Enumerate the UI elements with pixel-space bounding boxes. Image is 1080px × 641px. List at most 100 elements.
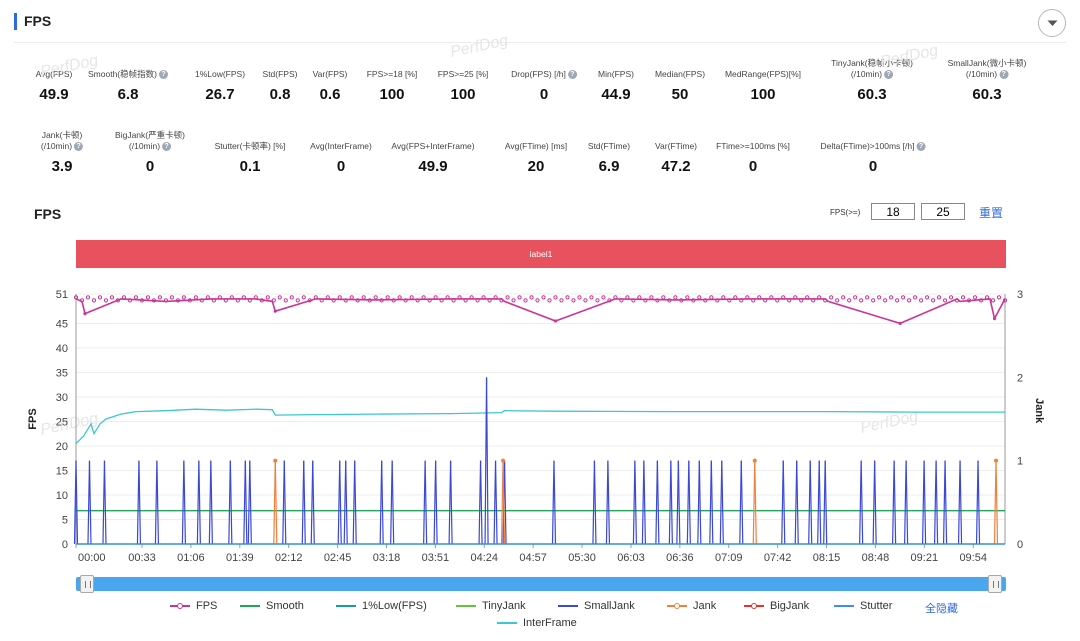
jank-point [273, 458, 278, 463]
question-circle-icon[interactable]: ? [74, 142, 84, 152]
section-title: FPS [24, 13, 52, 29]
fps-marker [781, 295, 786, 300]
spike-mark [354, 460, 357, 545]
fps-marker [415, 298, 420, 303]
spike-mark [634, 460, 637, 545]
metric-label: Min(FPS) [598, 56, 634, 80]
metric-label: Avg(FPS) [36, 56, 73, 80]
x-tick-label: 01:39 [226, 552, 254, 564]
spike-mark [818, 460, 822, 545]
fps-threshold-input-1[interactable] [871, 203, 915, 220]
metric-label: Avg(FTime) [ms] [505, 128, 567, 152]
spike-mark [905, 460, 909, 545]
legend-item[interactable]: 1%Low(FPS) [336, 600, 427, 612]
x-tick-label: 01:06 [177, 552, 205, 564]
x-tick-label: 07:42 [764, 552, 792, 564]
spike-mark [740, 460, 744, 545]
y-tick-label: 0 [62, 539, 68, 551]
metric-label-text: Min(FPS) [598, 69, 634, 79]
legend-item[interactable]: TinyJank [456, 600, 526, 612]
fps-marker [337, 295, 342, 300]
spike-mark [782, 460, 786, 545]
x-tick-label: 08:15 [813, 552, 841, 564]
metric-label: Avg(FPS+InterFrame) [391, 128, 474, 152]
reset-button[interactable]: 重置 [979, 204, 1003, 221]
series-line [75, 297, 1006, 325]
fps-marker [643, 298, 648, 303]
metric-label-text: Var(FTime) [654, 141, 698, 151]
legend-item[interactable]: FPS [170, 600, 217, 612]
fps-marker [199, 298, 204, 303]
y-tick-label: 15 [56, 465, 68, 477]
legend-item[interactable]: SmallJank [558, 600, 635, 612]
fps-marker [889, 295, 894, 300]
question-circle-icon[interactable]: ? [162, 142, 172, 152]
slider-handle-right[interactable] [988, 575, 1002, 593]
time-range-slider[interactable] [76, 575, 1006, 593]
legend-item[interactable]: BigJank [744, 600, 809, 612]
metric-label: Stutter(卡顿率) [%] [215, 128, 286, 152]
metric-label-unit: (/10min) [965, 69, 998, 79]
legend-label: 1%Low(FPS) [362, 600, 427, 612]
legend-label: Jank [693, 600, 717, 612]
fps-marker [223, 298, 228, 303]
fps-marker [877, 295, 882, 300]
fps-marker [960, 295, 966, 300]
fps-marker [871, 298, 876, 303]
question-circle-icon[interactable]: ? [884, 70, 894, 80]
x-tick-label: 02:45 [324, 552, 352, 564]
metric-row2-0: Jank(卡顿) (/10min)? 3.9 [41, 128, 84, 175]
question-circle-icon[interactable]: ? [916, 142, 926, 152]
metric-label: Var(FTime) [655, 128, 697, 152]
fps-marker [912, 295, 918, 300]
hide-all-button[interactable]: 全隐藏 [925, 600, 958, 616]
metric-value: 100 [450, 86, 476, 103]
metric-row1-1: Smooth(稳帧指数)? 6.8 [88, 56, 168, 103]
spike-mark [435, 460, 438, 545]
fps-marker [793, 295, 798, 300]
fps-marker [253, 295, 258, 300]
question-circle-icon[interactable]: ? [567, 70, 577, 80]
legend-label: SmallJank [584, 600, 635, 612]
metric-row1-4: Var(FPS) 0.6 [313, 56, 348, 103]
collapse-button[interactable] [1038, 9, 1066, 37]
spike-mark [698, 460, 702, 545]
fps-point [553, 319, 558, 323]
slider-track[interactable] [76, 577, 1006, 591]
question-circle-icon[interactable]: ? [999, 70, 1009, 80]
metric-row1-11: TinyJank(稳帧小卡顿) (/10min)? 60.3 [831, 56, 913, 103]
fps-marker [517, 295, 522, 300]
spike-mark [345, 460, 348, 545]
metric-label: MedRange(FPS)[%] [725, 56, 801, 80]
fps-marker [901, 295, 906, 300]
fps-marker [79, 298, 85, 303]
label-band[interactable]: label1 [76, 240, 1006, 268]
x-tick-label: 07:09 [715, 552, 743, 564]
fps-marker [625, 295, 630, 300]
fps-marker [865, 295, 870, 300]
metric-value: 0.6 [319, 86, 341, 103]
fps-marker [990, 298, 996, 303]
legend-item[interactable]: InterFrame [497, 617, 577, 629]
fps-marker [529, 295, 534, 300]
metric-value: 47.2 [661, 158, 691, 175]
metric-value: 100 [379, 86, 405, 103]
question-circle-icon[interactable]: ? [158, 70, 168, 80]
metric-row1-6: FPS>=25 [%] 100 [438, 56, 489, 103]
fps-marker [673, 295, 678, 300]
slider-handle-left[interactable] [80, 575, 94, 593]
fps-marker [511, 298, 516, 303]
fps-marker [823, 298, 828, 303]
legend-item[interactable]: Smooth [240, 600, 304, 612]
metric-value: 49.9 [418, 158, 448, 175]
spike-mark [381, 460, 384, 545]
fps-marker [775, 298, 780, 303]
legend-item[interactable]: Stutter [834, 600, 892, 612]
legend-item[interactable]: Jank [667, 600, 716, 612]
fps-marker [295, 298, 300, 303]
fps-marker [85, 295, 91, 300]
metric-row2-8: FTime>=100ms [%] 0 [716, 128, 790, 175]
fps-threshold-input-2[interactable] [921, 203, 965, 220]
fps-marker [343, 298, 348, 303]
legend-swatch [834, 601, 854, 611]
